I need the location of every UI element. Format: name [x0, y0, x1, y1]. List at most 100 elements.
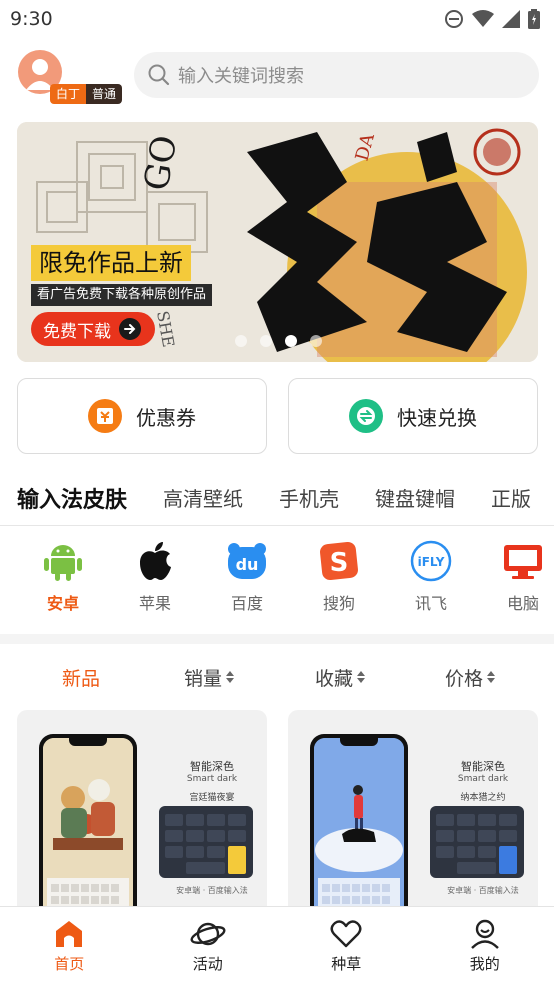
product-tag-en: Smart dark: [186, 774, 238, 784]
sort-new[interactable]: 新品: [62, 664, 100, 691]
user-profile[interactable]: 白丁 普通: [16, 50, 126, 104]
tab-input-skin[interactable]: 输入法皮肤: [17, 482, 127, 514]
sort-price[interactable]: 价格: [445, 664, 496, 691]
banner-headline: 限免作品上新: [31, 245, 191, 281]
pagination-dot[interactable]: [235, 335, 247, 347]
dnd-icon: [445, 10, 463, 28]
nav-favorites-label: 种草: [331, 954, 362, 973]
brand-computer-label: 电脑: [506, 594, 539, 613]
sort-bar: 新品 销量 收藏 价格: [0, 654, 554, 700]
sort-price-label: 价格: [445, 667, 484, 690]
product-card[interactable]: 智能深色 Smart dark 纳本猎之约 安卓端 · 百度输入法: [288, 710, 538, 930]
sort-arrows-icon: [226, 671, 235, 683]
product-card[interactable]: 智能深色 Smart dark 宫廷猫夜宴 安卓端 · 百度输入法: [17, 710, 267, 930]
quick-exchange-label: 快速兑换: [397, 405, 477, 430]
computer-icon: [502, 540, 544, 582]
product-tag-zh: 智能深色: [461, 760, 505, 773]
nav-home-label: 首页: [54, 954, 85, 973]
product-footer: 安卓端 · 百度输入法: [176, 886, 248, 895]
user-badges: 白丁 普通: [50, 84, 123, 104]
home-icon: [56, 920, 83, 947]
planet-icon: [190, 922, 226, 945]
sort-favorites[interactable]: 收藏: [315, 664, 366, 691]
status-icons: [444, 9, 540, 29]
tab-keycaps[interactable]: 键盘键帽: [375, 483, 455, 512]
status-bar: 9:30: [0, 0, 554, 38]
coupon-label: 优惠券: [136, 405, 196, 430]
banner-subtitle: 看广告免费下载各种原创作品: [31, 284, 213, 306]
nav-activity[interactable]: 活动: [139, 907, 278, 985]
brand-apple[interactable]: 苹果: [109, 540, 201, 626]
product-tag-zh: 智能深色: [190, 760, 234, 773]
pagination-dot[interactable]: [285, 335, 297, 347]
brand-filter: 安卓 苹果 du 百度 S 搜狗 iFLY 讯飞 电脑: [0, 540, 554, 626]
apple-icon: [134, 540, 176, 582]
search-icon: [148, 64, 170, 86]
sort-sales-label: 销量: [184, 667, 223, 690]
brand-android-label: 安卓: [46, 594, 79, 613]
product-tag: 智能深色 Smart dark: [167, 758, 257, 784]
product-theme-title: 宫廷猫夜宴: [189, 793, 235, 803]
header: 白丁 普通 输入关键词搜索: [0, 46, 554, 106]
brand-baidu-label: 百度: [230, 594, 263, 613]
status-time: 9:30: [10, 8, 53, 30]
product-phone-preview: [39, 734, 137, 930]
heart-icon: [330, 919, 362, 947]
nav-favorites[interactable]: 种草: [277, 907, 416, 985]
pagination-dot[interactable]: [310, 335, 322, 347]
ifly-icon: iFLY: [410, 540, 452, 582]
battery-icon: [528, 9, 540, 29]
search-bar[interactable]: 输入关键词搜索: [134, 52, 539, 98]
sort-sales[interactable]: 销量: [184, 664, 235, 691]
free-download-button[interactable]: 免费下载: [31, 312, 155, 346]
quick-exchange-button[interactable]: 快速兑换: [288, 378, 538, 454]
level-badge: 普通: [86, 84, 123, 104]
category-tabs: 输入法皮肤 高清壁纸 手机壳 键盘键帽 正版: [0, 470, 554, 526]
android-icon: [42, 540, 84, 582]
nav-profile-label: 我的: [469, 954, 500, 973]
sort-favorites-label: 收藏: [315, 667, 354, 690]
product-preview-art: [314, 738, 404, 930]
svg-text:iFLY: iFLY: [418, 555, 445, 569]
tab-hd-wallpaper[interactable]: 高清壁纸: [163, 483, 243, 512]
tab-phone-case[interactable]: 手机壳: [279, 483, 339, 512]
sort-new-label: 新品: [62, 667, 101, 690]
nav-home[interactable]: 首页: [0, 907, 139, 985]
sort-arrows-icon: [487, 671, 496, 683]
product-tag: 智能深色 Smart dark: [438, 758, 528, 784]
banner-pagination: [235, 335, 322, 347]
svg-text:S: S: [330, 548, 349, 578]
brand-apple-label: 苹果: [138, 594, 171, 613]
keyboard-preview: [430, 806, 524, 878]
keyboard-preview: [159, 806, 253, 878]
baidu-icon: du: [226, 540, 268, 582]
nav-profile[interactable]: 我的: [416, 907, 554, 985]
free-download-label: 免费下载: [43, 321, 111, 342]
svg-text:du: du: [236, 555, 259, 574]
brand-sogou[interactable]: S 搜狗: [293, 540, 385, 626]
product-footer: 安卓端 · 百度输入法: [447, 886, 519, 895]
product-tag-en: Smart dark: [457, 774, 509, 784]
brand-computer[interactable]: 电脑: [477, 540, 554, 626]
coupon-icon: [88, 399, 122, 433]
promo-banner[interactable]: GO DA SHE 限免作品上新 看广告免费下载各种原创作品 免费下载: [17, 122, 538, 362]
brand-sogou-label: 搜狗: [322, 594, 355, 613]
signal-icon: [502, 10, 520, 28]
product-phone-preview: [310, 734, 408, 930]
tab-genuine[interactable]: 正版: [491, 483, 531, 512]
bottom-navigation: 首页 活动 种草 我的: [0, 906, 554, 985]
sort-arrows-icon: [357, 671, 366, 683]
brand-android[interactable]: 安卓: [17, 540, 109, 626]
pagination-dot[interactable]: [260, 335, 272, 347]
search-placeholder: 输入关键词搜索: [178, 66, 304, 87]
nav-activity-label: 活动: [192, 954, 223, 973]
section-divider: [0, 634, 554, 644]
brand-baidu[interactable]: du 百度: [201, 540, 293, 626]
coupon-button[interactable]: 优惠券: [17, 378, 267, 454]
brand-ifly-label: 讯飞: [414, 594, 447, 613]
exchange-icon: [349, 399, 383, 433]
brand-ifly[interactable]: iFLY 讯飞: [385, 540, 477, 626]
app-screen: 9:30 白丁 普通 输入关键词搜索 GO DA SHE 限免作品上新 看广告免…: [0, 0, 554, 985]
profile-icon: [470, 919, 499, 949]
arrow-right-icon: [119, 318, 141, 340]
